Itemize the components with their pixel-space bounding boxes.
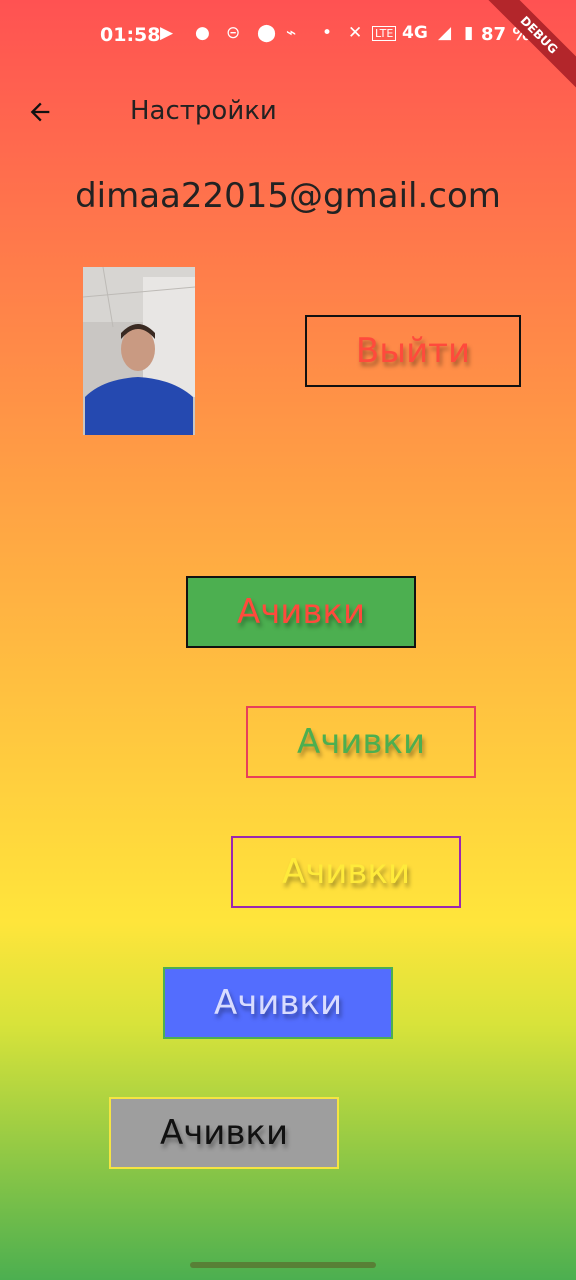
logout-button[interactable]: Выйти bbox=[305, 315, 521, 387]
status-bar: 01:58 ▶ ● ⊝ ⬤ ⌁ • ✕ LTE 4G ◢ ▮ 87 % DEBU… bbox=[0, 0, 576, 96]
youtube-icon: ▶ bbox=[160, 23, 174, 43]
dot-icon: • bbox=[322, 23, 333, 43]
location-icon: ⬤ bbox=[257, 23, 277, 43]
gesture-nav-bar[interactable] bbox=[190, 1262, 376, 1268]
app-bar: Настройки bbox=[0, 80, 576, 144]
achievements-button-4[interactable]: Ачивки bbox=[163, 967, 393, 1039]
achievements-button-1[interactable]: Ачивки bbox=[186, 576, 416, 648]
signal-icon: ◢ bbox=[438, 23, 452, 43]
notification-icon: ● bbox=[195, 23, 210, 43]
achievements-button-5[interactable]: Ачивки bbox=[109, 1097, 339, 1169]
car-icon: ⊝ bbox=[226, 23, 241, 43]
achievements-button-3[interactable]: Ачивки bbox=[231, 836, 461, 908]
back-arrow-icon[interactable] bbox=[26, 98, 54, 126]
mute-icon: ✕ bbox=[348, 23, 363, 43]
app-icon: ⌁ bbox=[286, 23, 297, 43]
page-title: Настройки bbox=[130, 96, 277, 126]
volte-icon: LTE bbox=[372, 26, 397, 41]
network-type: 4G bbox=[402, 23, 428, 43]
user-email: dimaa22015@gmail.com bbox=[75, 176, 501, 216]
achievements-button-2[interactable]: Ачивки bbox=[246, 706, 476, 778]
battery-icon: ▮ bbox=[464, 23, 474, 43]
avatar bbox=[83, 267, 195, 435]
status-time: 01:58 bbox=[100, 24, 161, 46]
avatar-photo bbox=[83, 267, 195, 435]
